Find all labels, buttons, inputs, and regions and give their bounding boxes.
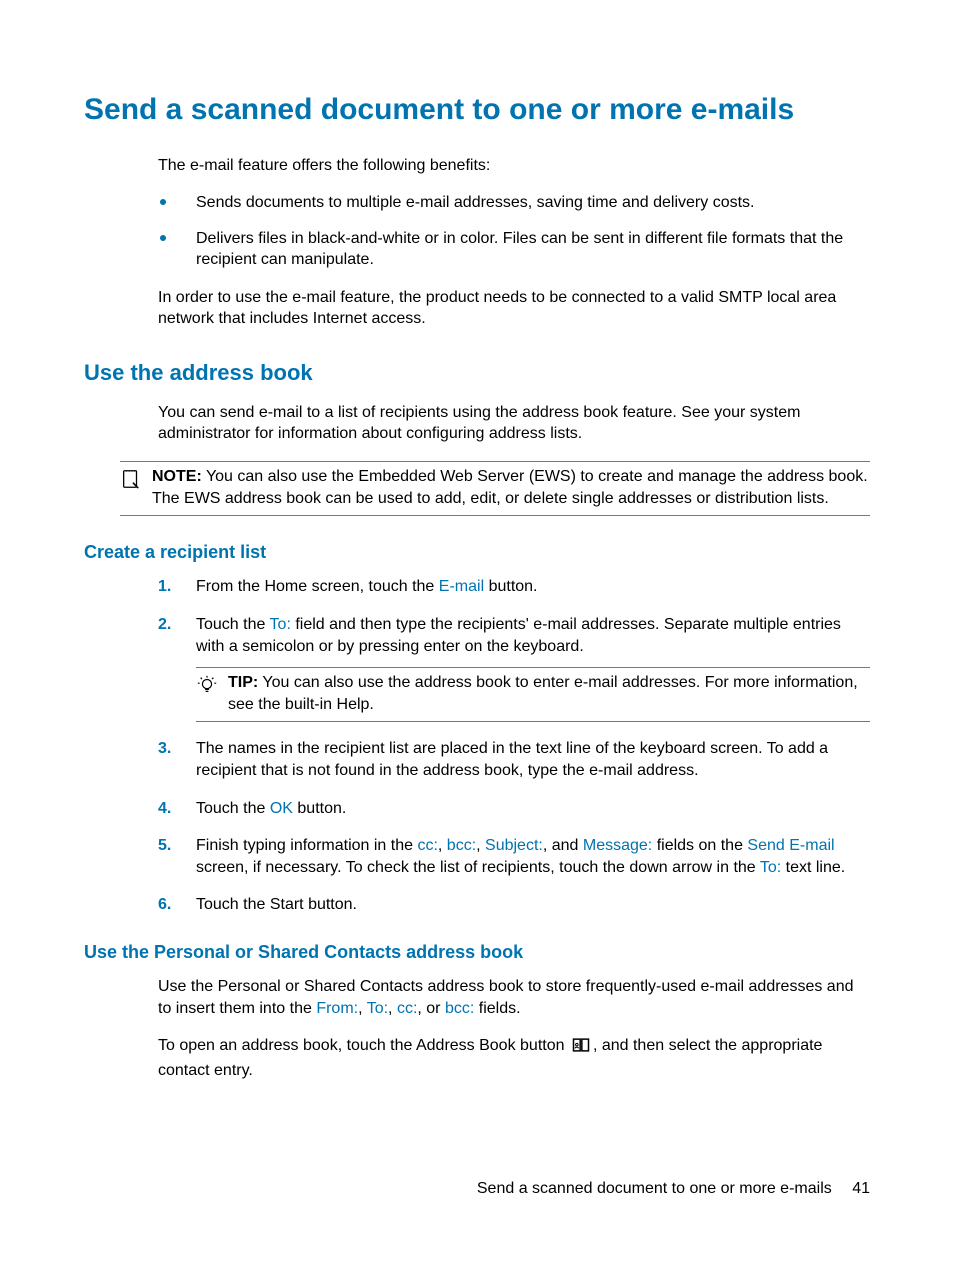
step-item: Finish typing information in the cc:, bc… (158, 835, 870, 878)
tip-label: TIP: (228, 674, 258, 691)
ui-message-field: Message: (583, 837, 652, 854)
ui-to-field: To: (760, 859, 781, 876)
list-item: Delivers files in black-and-white or in … (158, 228, 870, 271)
section1-paragraph: You can send e-mail to a list of recipie… (158, 402, 870, 445)
ui-email-button: E-mail (439, 578, 484, 595)
section3-paragraph-1: Use the Personal or Shared Contacts addr… (158, 976, 870, 1019)
intro-paragraph-2: In order to use the e-mail feature, the … (158, 287, 870, 330)
ui-cc-field: cc: (397, 1000, 417, 1017)
ui-bcc-field: bcc: (445, 1000, 474, 1017)
list-item: Sends documents to multiple e-mail addre… (158, 192, 870, 214)
step-item: From the Home screen, touch the E-mail b… (158, 576, 870, 598)
section3-paragraph-2: To open an address book, touch the Addre… (158, 1035, 870, 1081)
note-label: NOTE: (152, 468, 202, 485)
section2-body: From the Home screen, touch the E-mail b… (158, 576, 870, 916)
tip-text: You can also use the address book to ent… (228, 674, 858, 713)
ui-cc-field: cc: (417, 837, 437, 854)
address-book-icon (571, 1037, 591, 1060)
ui-subject-field: Subject: (485, 837, 543, 854)
ui-send-email-screen: Send E-mail (747, 837, 834, 854)
intro-block: The e-mail feature offers the following … (158, 155, 870, 331)
note-text: You can also use the Embedded Web Server… (152, 468, 868, 507)
intro-paragraph: The e-mail feature offers the following … (158, 155, 870, 177)
section3-body: Use the Personal or Shared Contacts addr… (158, 976, 870, 1081)
footer-text: Send a scanned document to one or more e… (477, 1180, 832, 1197)
ui-ok-button: OK (270, 800, 293, 817)
page-number: 41 (852, 1180, 870, 1197)
page-title: Send a scanned document to one or more e… (84, 90, 870, 131)
tip-callout: TIP: You can also use the address book t… (196, 667, 870, 722)
ui-to-field: To: (270, 616, 291, 633)
ui-bcc-field: bcc: (447, 837, 476, 854)
note-icon (120, 468, 146, 497)
note-body: NOTE: You can also use the Embedded Web … (152, 466, 870, 509)
step-item: Touch the Start button. (158, 894, 870, 916)
ui-from-field: From: (316, 1000, 358, 1017)
steps-list: From the Home screen, touch the E-mail b… (158, 576, 870, 916)
document-page: Send a scanned document to one or more e… (0, 0, 954, 1270)
tip-icon (196, 674, 222, 703)
step-item: Touch the To: field and then type the re… (158, 614, 870, 722)
subsection-heading-create-list: Create a recipient list (84, 540, 870, 564)
section-heading-address-book: Use the address book (84, 358, 870, 388)
page-footer: Send a scanned document to one or more e… (477, 1178, 870, 1200)
benefits-list: Sends documents to multiple e-mail addre… (158, 192, 870, 271)
ui-to-field: To: (367, 1000, 388, 1017)
tip-body: TIP: You can also use the address book t… (228, 672, 870, 715)
note-callout: NOTE: You can also use the Embedded Web … (120, 461, 870, 516)
step-item: The names in the recipient list are plac… (158, 738, 870, 781)
subsection-heading-contacts: Use the Personal or Shared Contacts addr… (84, 940, 870, 964)
step-item: Touch the OK button. (158, 798, 870, 820)
section1-body: You can send e-mail to a list of recipie… (158, 402, 870, 445)
